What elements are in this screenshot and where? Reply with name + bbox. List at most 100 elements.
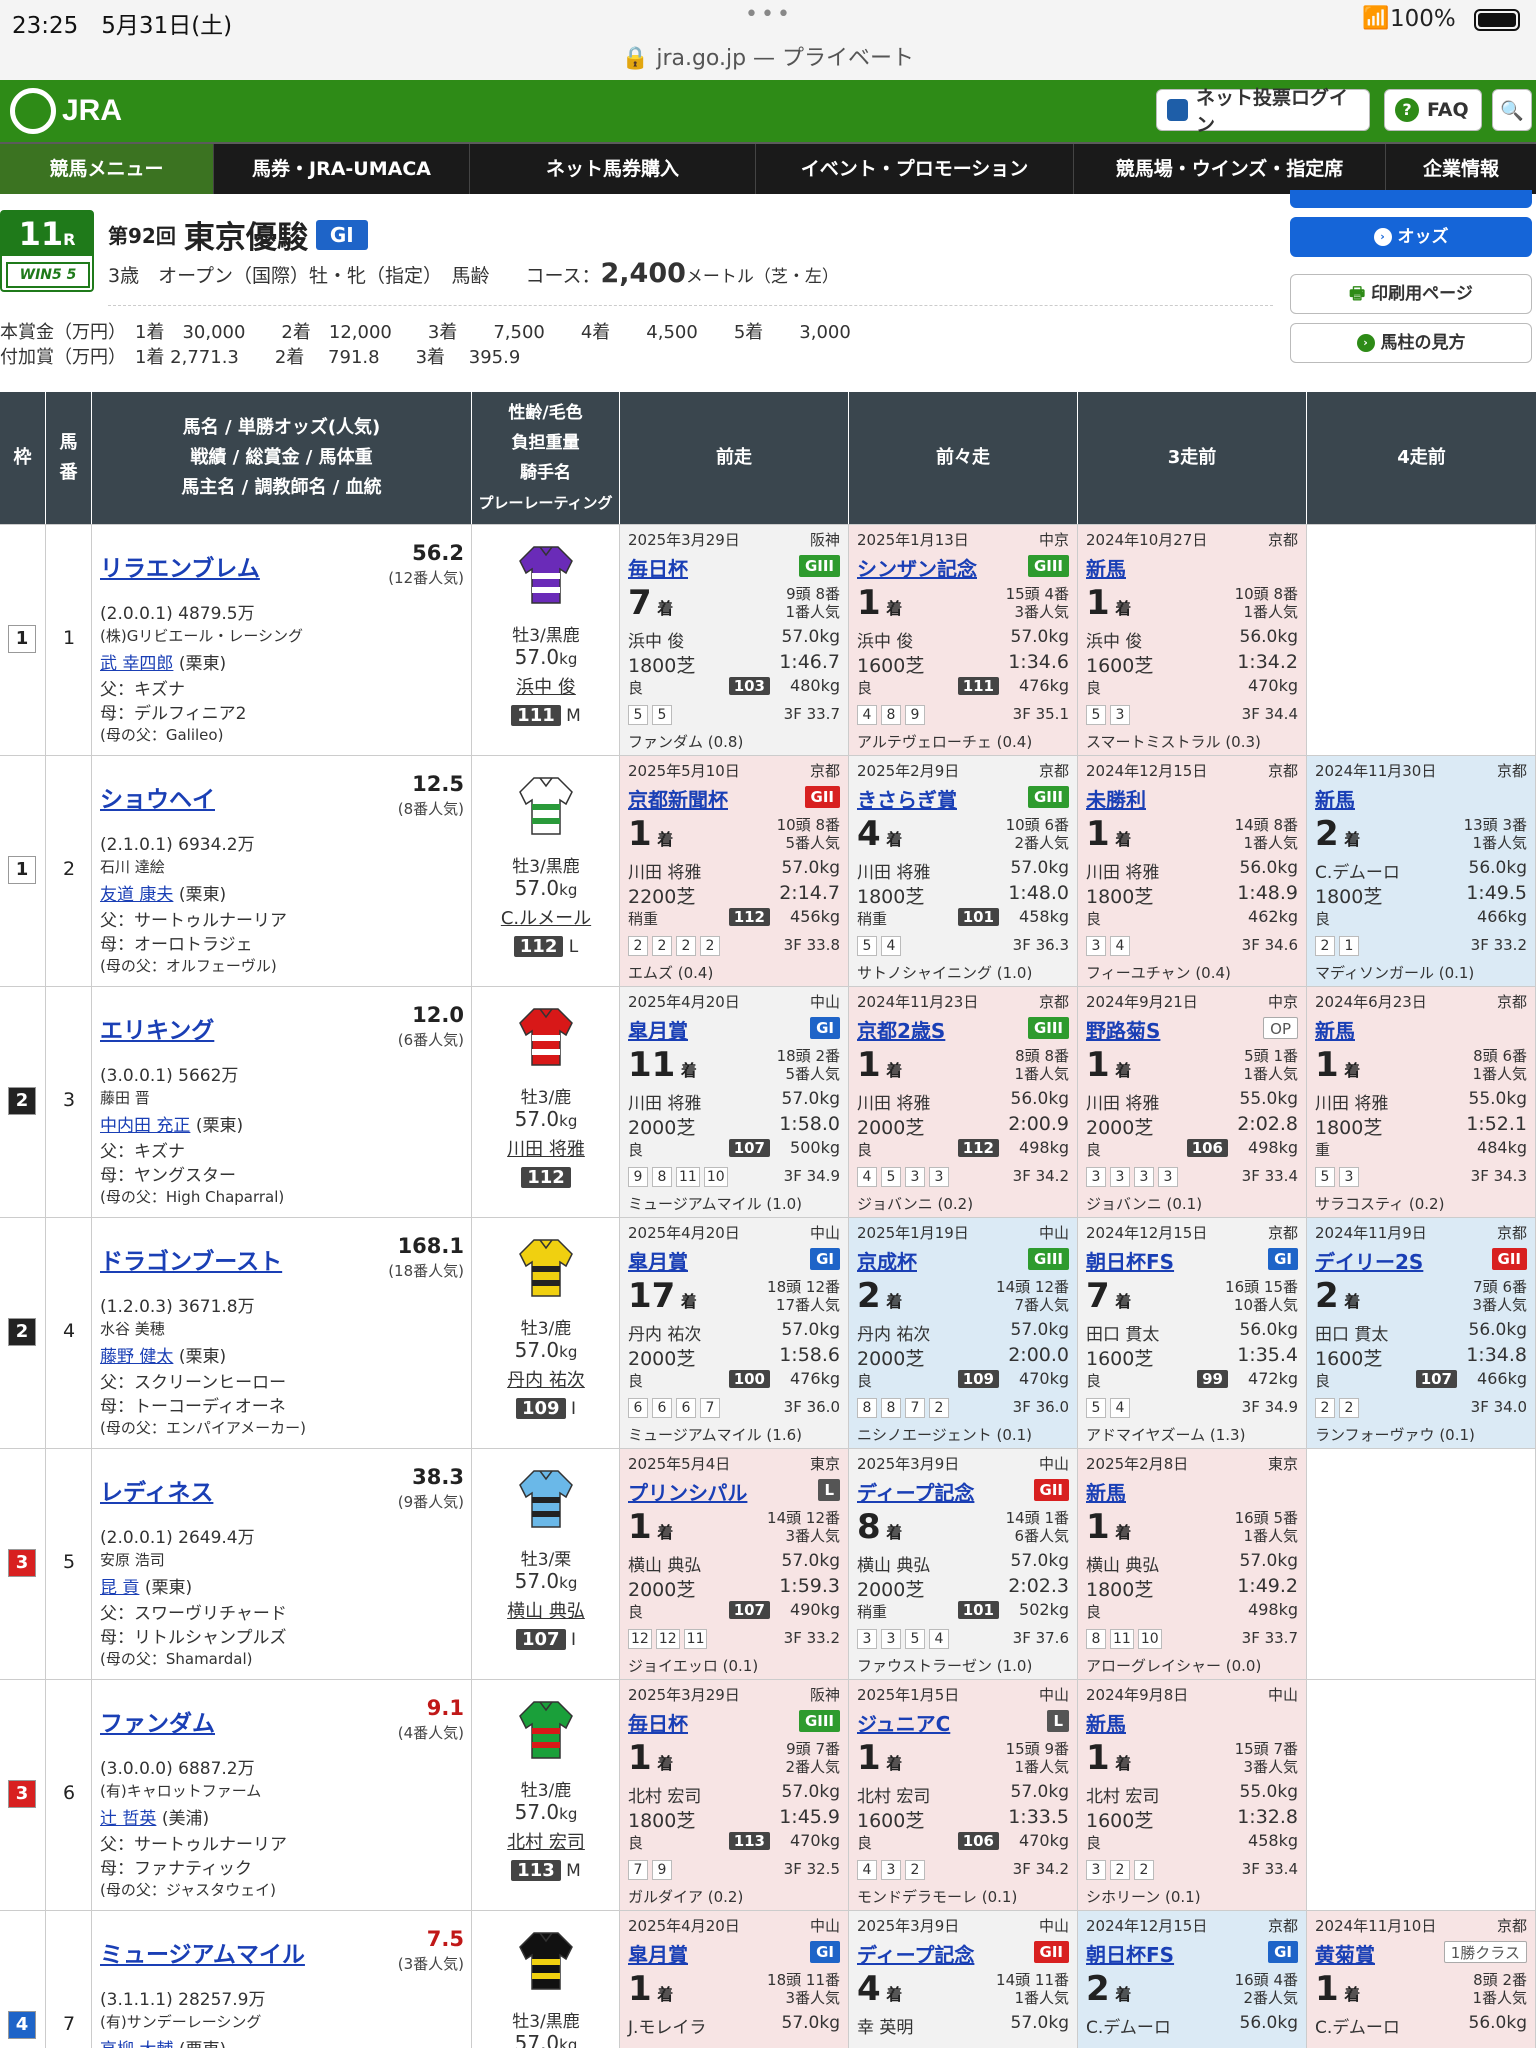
past-race-cell: 2024年9月8日 中山 新馬 1 着 15頭 7番 3番人気 北村 宏司 55.…: [1078, 1680, 1307, 1911]
faq-button[interactable]: ? FAQ: [1384, 89, 1482, 131]
jockey-link[interactable]: 横山 典弘: [472, 1597, 620, 1623]
field-size: 13頭 3番 1番人気: [1463, 816, 1527, 852]
horse-name-link[interactable]: ドラゴンブースト: [100, 1242, 282, 1276]
past-grade-badge: GI: [810, 1248, 840, 1270]
past-race-link[interactable]: 野路菊S: [1086, 1015, 1160, 1044]
horse-name-link[interactable]: ファンダム: [100, 1704, 215, 1738]
trainer-link[interactable]: 辻 哲英: [100, 1809, 156, 1829]
field-size: 5頭 1番 1番人気: [1243, 1047, 1298, 1083]
jockey-link[interactable]: C.ルメール: [472, 904, 620, 930]
past-jockey: 丹内 祐次: [857, 1325, 931, 1345]
nav-racecourse[interactable]: 競馬場・ウインズ・指定席: [1074, 144, 1386, 194]
trainer-link[interactable]: 友道 康夫: [100, 885, 173, 905]
winner-margin: エムズ (0.4): [628, 964, 714, 982]
corner-positions: 4533: [857, 1167, 949, 1187]
past-race-link[interactable]: 朝日杯FS: [1086, 1939, 1174, 1968]
race-date: 2025年3月9日: [857, 1917, 960, 1935]
horse-name-link[interactable]: ミュージアムマイル: [100, 1935, 305, 1969]
nav-company[interactable]: 企業情報: [1386, 144, 1536, 194]
winner-margin: ジョイエッロ (0.1): [628, 1657, 759, 1675]
past-weight: 56.0kg: [1468, 858, 1528, 878]
trainer-link[interactable]: 中内田 充正: [100, 1116, 190, 1136]
jockey-link[interactable]: 川田 将雅: [472, 1135, 620, 1161]
trainer-link[interactable]: 昆 貢: [100, 1578, 139, 1598]
past-race-link[interactable]: 新馬: [1086, 553, 1126, 582]
nav-event[interactable]: イベント・プロモーション: [756, 144, 1074, 194]
past-race-link[interactable]: 新馬: [1086, 1477, 1126, 1506]
past-rating-badge: 106: [1186, 1139, 1228, 1157]
field-size: 14頭 1番 6番人気: [1005, 1509, 1069, 1545]
login-button[interactable]: ネット投票ログイン: [1156, 87, 1370, 136]
finish-place: 1 着: [628, 1969, 674, 2009]
jockey-link[interactable]: 丹内 祐次: [472, 1366, 620, 1392]
past-race-cell: 2024年11月23日 京都 京都2歳S GIII 1 着 8頭 8番 1番人気 …: [849, 987, 1078, 1218]
past-grade-badge: L: [818, 1479, 840, 1501]
body-weight: 466kg: [1477, 1369, 1527, 1388]
past-race-link[interactable]: 毎日杯: [628, 553, 688, 582]
field-size: 16頭 5番 1番人気: [1234, 1509, 1298, 1545]
search-button[interactable]: 🔍: [1492, 89, 1532, 131]
nav-keiba-menu[interactable]: 競馬メニュー: [0, 144, 214, 194]
past-race-link[interactable]: 皐月賞: [628, 1015, 688, 1044]
past-race-link[interactable]: 皐月賞: [628, 1246, 688, 1275]
jra-logo[interactable]: JRA: [10, 86, 130, 136]
print-button[interactable]: 🖶 印刷用ページ: [1290, 274, 1532, 314]
corner-positions: 34: [1086, 936, 1130, 956]
race-date: 2025年3月9日: [857, 1455, 960, 1473]
last-3f: 3F 33.7: [1241, 1629, 1298, 1647]
weight-carried: 57.0kg: [514, 645, 578, 669]
corner-position: 6: [628, 1398, 648, 1418]
odds-button[interactable]: › オッズ: [1290, 217, 1532, 257]
trainer-link[interactable]: 高柳 大輔: [100, 2040, 173, 2048]
past-race-link[interactable]: ジュニアC: [857, 1708, 950, 1737]
past-race-link[interactable]: 新馬: [1315, 784, 1355, 813]
past-race-link[interactable]: 未勝利: [1086, 784, 1146, 813]
race-conditions: 3歳 オープン（国際）牡・牝（指定） 馬齢 コース： 2,400 メートル（芝・…: [108, 258, 839, 289]
past-race-link[interactable]: きさらぎ賞: [857, 784, 957, 813]
past-race-link[interactable]: ディープ記念: [857, 1939, 974, 1968]
more-dots-icon[interactable]: •••: [745, 2, 793, 27]
corner-positions: 53: [1315, 1167, 1359, 1187]
address-bar[interactable]: 🔒 jra.go.jp — プライベート: [0, 40, 1536, 72]
question-icon: ?: [1395, 98, 1419, 122]
jockey-link[interactable]: 浜中 俊: [472, 673, 620, 699]
past-race-link[interactable]: ディープ記念: [857, 1477, 974, 1506]
past-race-link[interactable]: シンザン記念: [857, 553, 977, 582]
past-race-link[interactable]: 京成杯: [857, 1246, 917, 1275]
past-rating-badge: 99: [1197, 1370, 1228, 1388]
trainer-link[interactable]: 武 幸四郎: [100, 654, 173, 674]
past-race-link[interactable]: 朝日杯FS: [1086, 1246, 1174, 1275]
past-race-link[interactable]: プリンシパル: [628, 1477, 747, 1506]
horse-name-link[interactable]: リラエンブレム: [100, 549, 260, 583]
horse-name-link[interactable]: エリキング: [100, 1011, 214, 1045]
nav-baken[interactable]: 馬券・JRA-UMACA: [214, 144, 470, 194]
owner-name: (株)Gリビエール・レーシング: [100, 627, 304, 645]
weight-carried: 57.0kg: [514, 876, 578, 900]
col-past2: 前々走: [849, 392, 1078, 524]
past-race-link[interactable]: 京都2歳S: [857, 1015, 945, 1044]
field-size: 18頭 12番 17番人気: [767, 1278, 840, 1314]
race-date: 2025年4月20日: [628, 993, 740, 1011]
corner-position: 5: [1086, 1398, 1106, 1418]
past-race-link[interactable]: 京都新聞杯: [628, 784, 728, 813]
sire: 父：キズナ: [100, 1142, 185, 1162]
horse-name-link[interactable]: ショウヘイ: [100, 780, 215, 814]
nav-net-baken[interactable]: ネット馬券購入: [470, 144, 756, 194]
past-race-link[interactable]: 黄菊賞: [1315, 1939, 1375, 1968]
past-race-link[interactable]: デイリー2S: [1315, 1246, 1423, 1275]
jockey-link[interactable]: 北村 宏司: [472, 1828, 620, 1854]
past-race-link[interactable]: 新馬: [1315, 1015, 1355, 1044]
corner-position: 5: [628, 705, 648, 725]
corner-position: 10: [703, 1167, 728, 1187]
race-date: 2024年11月30日: [1315, 762, 1437, 780]
past-race-link[interactable]: 新馬: [1086, 1708, 1126, 1737]
corner-position: 11: [683, 1629, 708, 1649]
guide-button[interactable]: › 馬柱の見方: [1290, 323, 1532, 363]
corner-positions: 432: [857, 1860, 925, 1880]
past-race-link[interactable]: 皐月賞: [628, 1939, 688, 1968]
corner-position: 5: [1315, 1167, 1335, 1187]
horse-name-link[interactable]: レディネス: [100, 1473, 213, 1507]
horse-number: 3: [62, 1089, 76, 1111]
past-race-link[interactable]: 毎日杯: [628, 1708, 688, 1737]
trainer-link[interactable]: 藤野 健太: [100, 1347, 173, 1367]
